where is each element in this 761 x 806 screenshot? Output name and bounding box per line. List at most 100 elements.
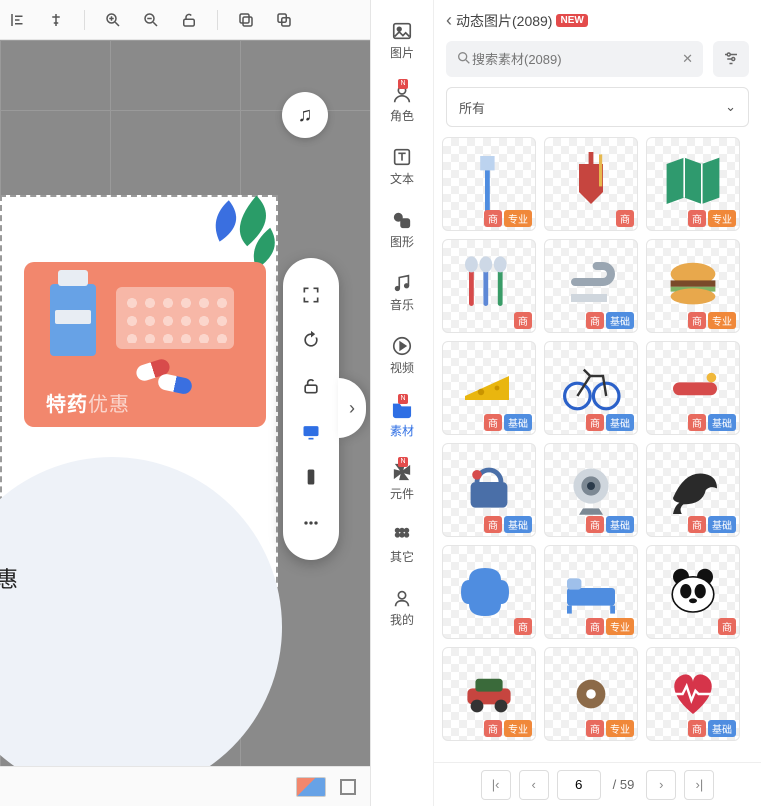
copy-icon[interactable]: [236, 10, 256, 30]
align-center-icon[interactable]: [46, 10, 66, 30]
asset-tile-camera-bag[interactable]: 商基础: [442, 443, 536, 537]
unlock-icon[interactable]: [179, 10, 199, 30]
unlock-tool-icon[interactable]: [300, 375, 322, 397]
tag-基础: 基础: [606, 516, 634, 533]
asset-tile-burger[interactable]: 商专业: [646, 239, 740, 333]
zoom-out-icon[interactable]: [141, 10, 161, 30]
badge-icon: N: [398, 394, 408, 404]
music-icon: [391, 272, 413, 294]
clear-search-icon[interactable]: ✕: [682, 51, 693, 67]
nav-assets[interactable]: N素材: [390, 398, 414, 439]
device-desktop-icon[interactable]: [300, 421, 322, 443]
music-note-icon: ♫: [298, 104, 313, 127]
dropdown-value: 所有: [459, 98, 485, 117]
asset-panel: ‹ 动态图片(2089) NEW ✕ 所有 ⌄ 商专业商商专业商商基础商专业商基…: [434, 0, 761, 806]
nav-other[interactable]: 其它: [390, 524, 414, 565]
nav-image[interactable]: 图片: [390, 20, 414, 61]
asset-tile-panda[interactable]: 商: [646, 545, 740, 639]
tile-tags: 商: [616, 210, 634, 227]
asset-tile-car[interactable]: 商专业: [442, 647, 536, 741]
nav-label: 元件: [390, 485, 414, 502]
tag-基础: 基础: [708, 516, 736, 533]
align-left-icon[interactable]: [8, 10, 28, 30]
tag-基础: 基础: [606, 312, 634, 329]
asset-tile-tool[interactable]: 商基础: [646, 341, 740, 435]
asset-tile-toothbrush[interactable]: 商专业: [442, 137, 536, 231]
page-thumbnail[interactable]: [296, 777, 326, 797]
pager-total: / 59: [613, 777, 635, 792]
paste-icon[interactable]: [274, 10, 294, 30]
tag-商: 商: [718, 618, 736, 635]
nav-video[interactable]: 视频: [390, 335, 414, 376]
zoom-in-icon[interactable]: [103, 10, 123, 30]
tag-专业: 专业: [606, 720, 634, 737]
tag-专业: 专业: [606, 618, 634, 635]
tag-基础: 基础: [606, 414, 634, 431]
shapes-icon: [391, 209, 413, 231]
asset-tile-webcam[interactable]: 商基础: [544, 443, 638, 537]
pager-page-input[interactable]: [557, 770, 601, 800]
pager-next[interactable]: ›: [646, 770, 676, 800]
pager-first[interactable]: |‹: [481, 770, 511, 800]
asset-tile-map[interactable]: 商专业: [646, 137, 740, 231]
asset-tile-faucet[interactable]: 商基础: [544, 239, 638, 333]
nav-text[interactable]: 文本: [390, 146, 414, 187]
nav-role[interactable]: N角色: [390, 83, 414, 124]
search-box[interactable]: ✕: [446, 41, 703, 77]
category-dropdown[interactable]: 所有 ⌄: [446, 87, 749, 127]
tag-商: 商: [688, 312, 706, 329]
asset-tile-bed[interactable]: 商专业: [544, 545, 638, 639]
toolbar-separator: [84, 10, 85, 30]
music-button[interactable]: ♫: [282, 92, 328, 138]
nav-shape[interactable]: 图形: [390, 209, 414, 250]
asset-tile-heartbeat[interactable]: 商基础: [646, 647, 740, 741]
asset-tile-brain[interactable]: 商: [442, 545, 536, 639]
panel-icon[interactable]: [340, 779, 356, 795]
fullscreen-icon[interactable]: [300, 284, 322, 306]
tag-专业: 专业: [504, 210, 532, 227]
tile-tags: 商基础: [484, 414, 532, 431]
pills: [136, 362, 206, 394]
new-badge: NEW: [556, 14, 587, 27]
artboard-edge-text: 惠: [0, 562, 18, 594]
tag-商: 商: [514, 312, 532, 329]
tag-商: 商: [484, 210, 502, 227]
tag-基础: 基础: [708, 414, 736, 431]
tag-专业: 专业: [504, 720, 532, 737]
floating-toolbar: [283, 258, 339, 560]
back-button[interactable]: ‹: [446, 10, 452, 31]
more-icon[interactable]: [300, 512, 322, 534]
nav-music[interactable]: 音乐: [390, 272, 414, 313]
tag-商: 商: [688, 210, 706, 227]
tile-tags: 商基础: [586, 516, 634, 533]
pager-prev[interactable]: ‹: [519, 770, 549, 800]
pager-last[interactable]: ›|: [684, 770, 714, 800]
asset-tile-dustpan[interactable]: 商: [544, 137, 638, 231]
device-phone-icon[interactable]: [300, 466, 322, 488]
chevron-right-icon: ›: [349, 398, 355, 419]
asset-tile-donut[interactable]: 商专业: [544, 647, 638, 741]
filter-button[interactable]: [713, 41, 749, 77]
asset-grid[interactable]: 商专业商商专业商商基础商专业商基础商基础商基础商基础商基础商基础商商专业商商专业…: [434, 137, 761, 762]
tag-商: 商: [616, 210, 634, 227]
artboard[interactable]: 特药优惠 惠: [0, 195, 278, 633]
nav-label: 角色: [390, 107, 414, 124]
filter-icon: [722, 50, 740, 68]
asset-tile-cheese[interactable]: 商基础: [442, 341, 536, 435]
medicine-bottle: [50, 284, 96, 356]
asset-tile-bicycle[interactable]: 商基础: [544, 341, 638, 435]
nav-label: 图片: [390, 44, 414, 61]
search-input[interactable]: [472, 52, 682, 67]
nav-components[interactable]: N元件: [390, 461, 414, 502]
tag-专业: 专业: [708, 312, 736, 329]
tile-tags: 商基础: [688, 414, 736, 431]
play-icon: [391, 335, 413, 357]
search-icon: [456, 50, 472, 69]
tag-商: 商: [586, 414, 604, 431]
pager: |‹ ‹ / 59 › ›|: [434, 762, 761, 806]
asset-tile-crow[interactable]: 商基础: [646, 443, 740, 537]
rotate-icon[interactable]: [300, 329, 322, 351]
nav-mine[interactable]: 我的: [390, 587, 414, 628]
nav-label: 文本: [390, 170, 414, 187]
asset-tile-cutlery[interactable]: 商: [442, 239, 536, 333]
